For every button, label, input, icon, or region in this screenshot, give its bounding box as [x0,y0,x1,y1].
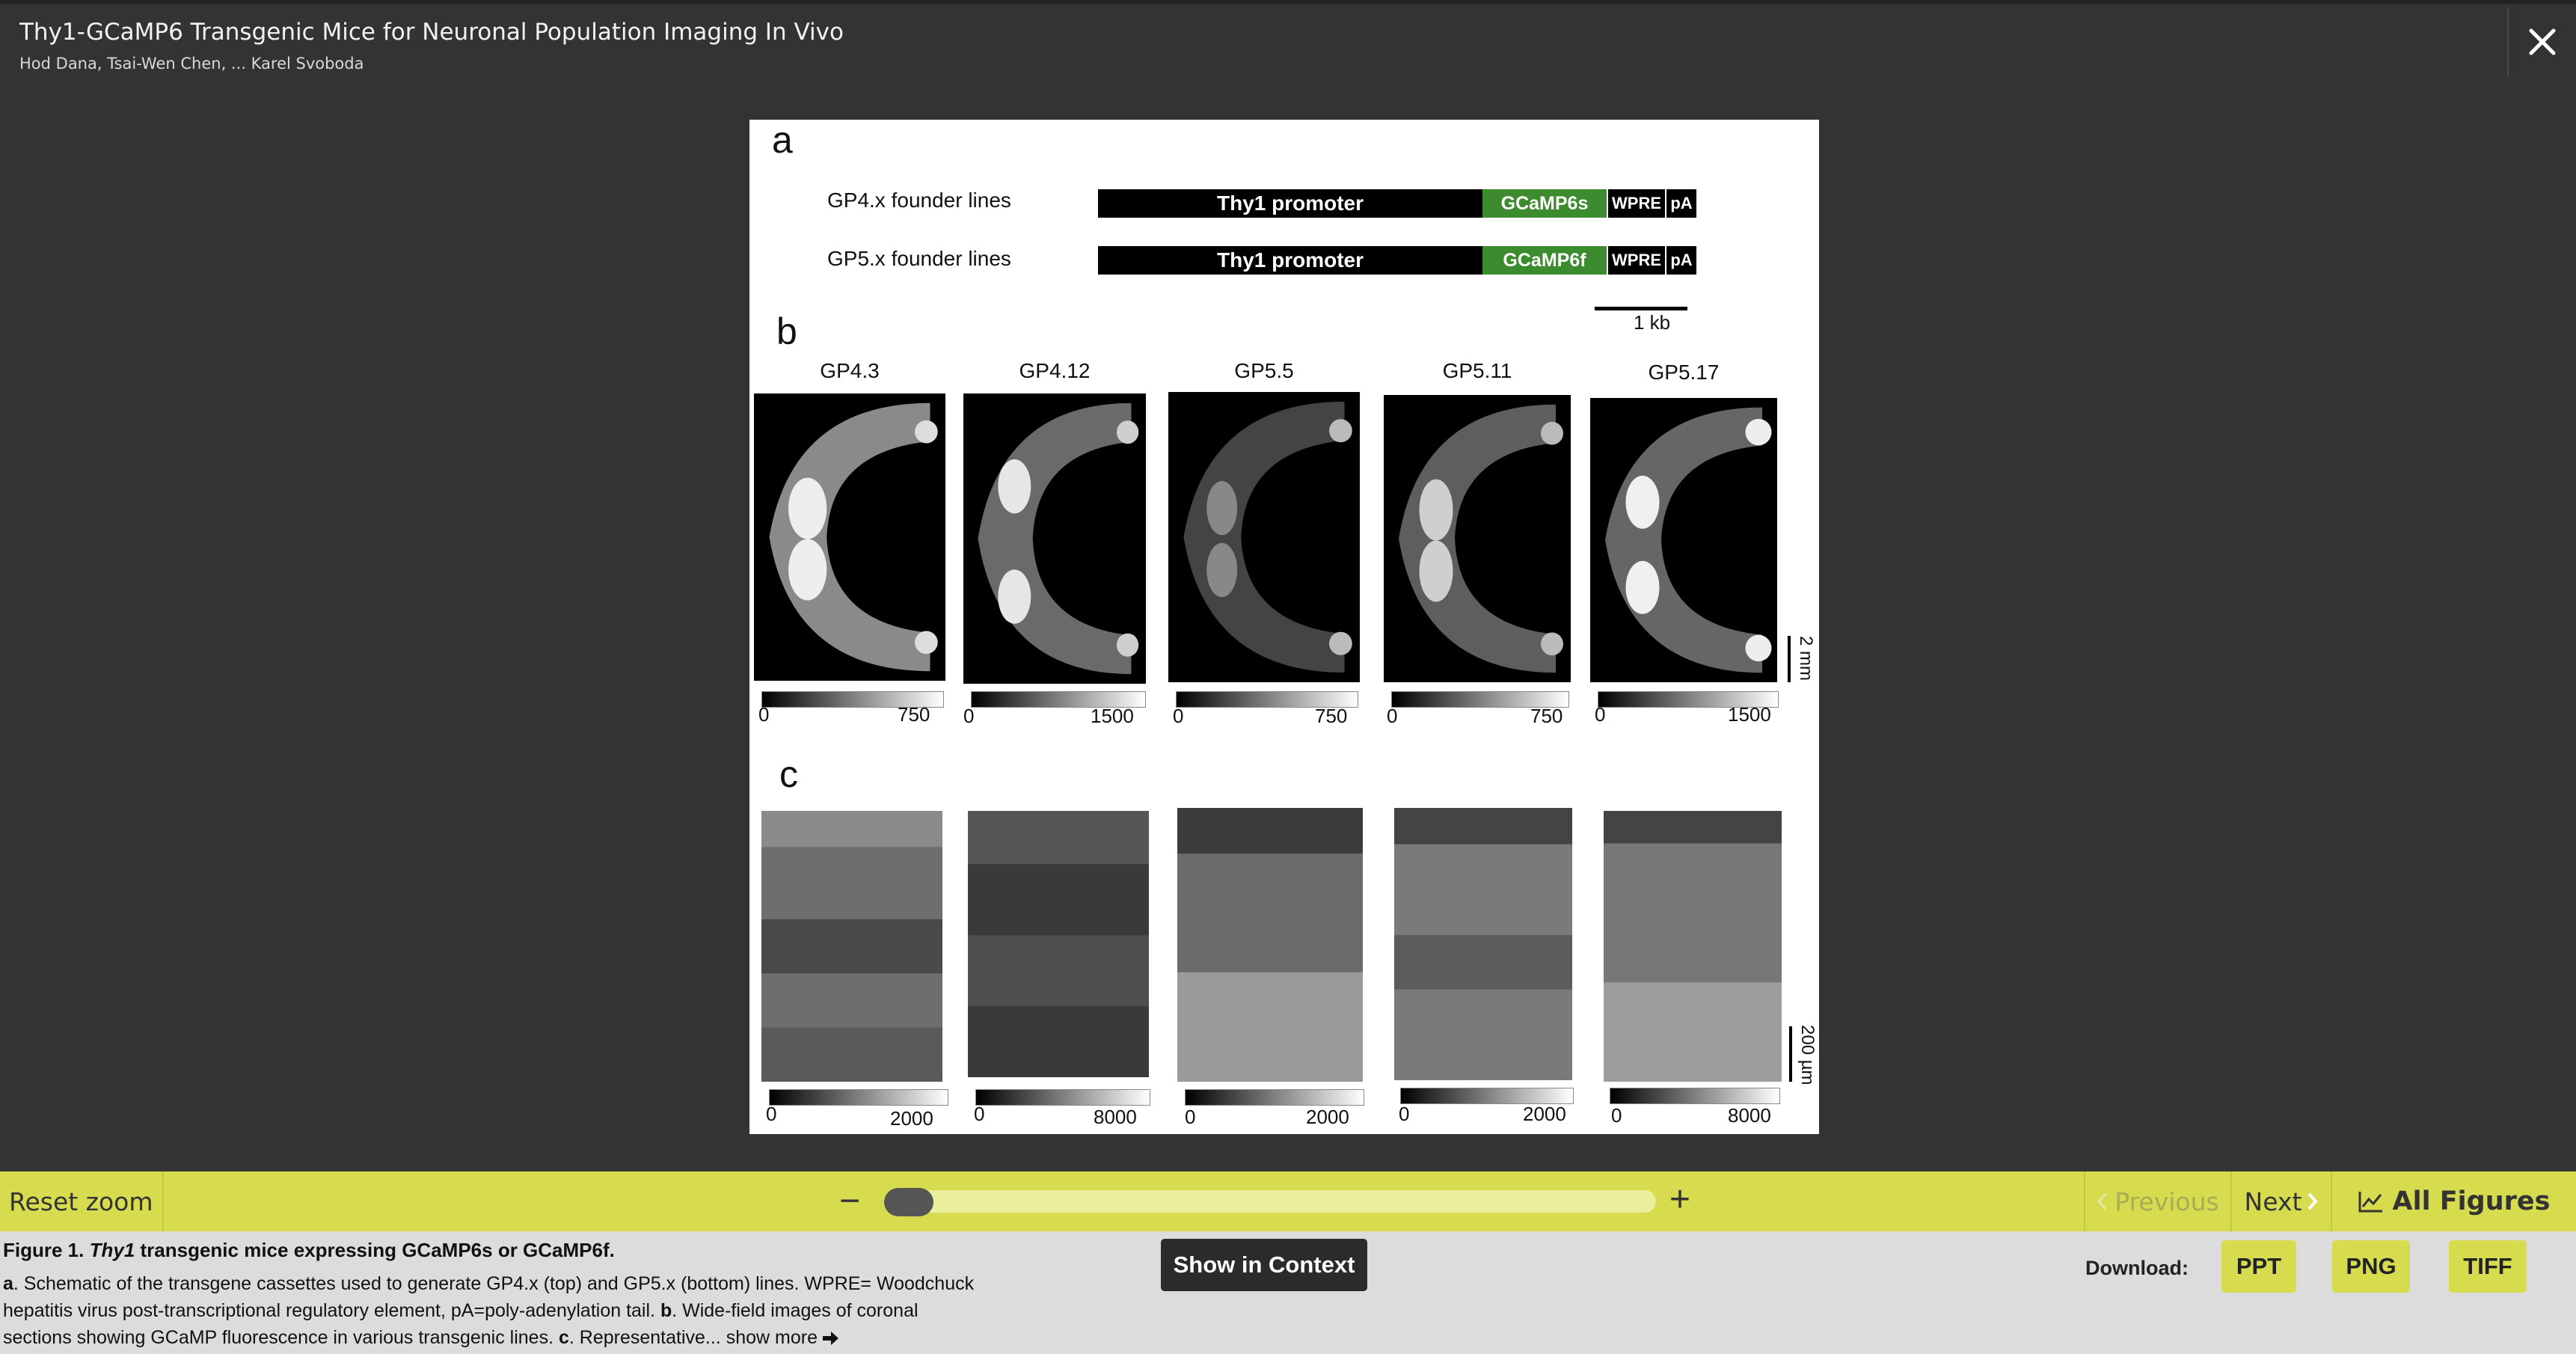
promoter-bar: Thy1 promoter [1098,246,1482,275]
caption-letter-b: b [660,1300,672,1321]
colorbar-max: 2000 [1306,1106,1349,1128]
brain-section-image [963,393,1146,684]
next-figure-button[interactable]: Next [2230,1171,2331,1231]
reset-zoom-button[interactable]: Reset zoom [0,1171,164,1231]
colorbar-max: 2000 [890,1107,933,1130]
cortex-slice-image [1394,808,1572,1080]
close-icon [2529,28,2556,55]
column-title: GP5.11 [1442,359,1512,382]
indicator-bar: GCaMP6f [1482,246,1607,275]
zoom-in-button[interactable]: + [1669,1182,1690,1218]
close-button[interactable] [2507,7,2576,76]
caption-letter-a: a [3,1273,13,1294]
viewer-header: Thy1-GCaMP6 Transgenic Mice for Neuronal… [0,0,2576,82]
caption-c-text: . Representative... [568,1327,721,1348]
zoom-slider-handle[interactable] [884,1188,933,1216]
download-label: Download: [2085,1257,2189,1279]
cortex-slice-image [1177,808,1363,1082]
scale-label-200um: 200 µm [1797,1025,1818,1085]
promoter-bar: Thy1 promoter [1098,189,1482,218]
pa-bar: pA [1665,189,1696,218]
panel-b-label: b [776,310,797,352]
figure-image[interactable]: a GP4.x founder lines Thy1 promoter GCaM… [749,120,1819,1134]
zoom-out-button[interactable]: − [839,1183,860,1219]
column-title: GP4.3 [820,359,880,382]
colorbar-min: 0 [1399,1103,1410,1125]
brain-section-image [754,393,945,681]
colorbar-min: 0 [974,1103,985,1125]
figure-caption-title: Figure 1. Thy1 transgenic mice expressin… [3,1239,615,1262]
column-title: GP4.12 [1019,359,1091,382]
intensity-colorbar [1185,1089,1364,1106]
scale-label-2mm: 2 mm [1796,636,1816,681]
figure-title: transgenic mice expressing GCaMP6s or GC… [135,1239,615,1261]
caption-panel: Figure 1. Thy1 transgenic mice expressin… [0,1231,2576,1354]
scale-bar-2mm [1788,636,1791,682]
panel-a-label: a [772,120,793,161]
colorbar-max: 750 [898,703,930,726]
all-figures-button[interactable]: All Figures [2331,1171,2576,1231]
scale-bar-200um [1789,1026,1792,1082]
colorbar-max: 750 [1530,705,1563,727]
intensity-colorbar [769,1089,948,1106]
founder-line-label: GP4.x founder lines [827,189,1011,212]
figure-caption-text: a. Schematic of the transgene cassettes … [3,1270,990,1351]
cortex-slice-image [968,811,1149,1077]
all-figures-label: All Figures [2392,1186,2551,1216]
founder-line-label: GP5.x founder lines [827,247,1011,270]
pa-bar: pA [1665,246,1696,275]
download-ppt-button[interactable]: PPT [2221,1240,2296,1293]
figure-title-italic: Thy1 [89,1239,135,1261]
indicator-bar: GCaMP6s [1482,189,1607,218]
colorbar-max: 8000 [1094,1106,1137,1128]
figure-number: Figure 1. [3,1239,85,1261]
previous-label: Previous [2115,1186,2219,1216]
show-more-link[interactable]: show more [726,1327,839,1348]
colorbar-max: 1500 [1091,705,1134,727]
download-tiff-button[interactable]: TIFF [2449,1240,2527,1293]
brain-section-image [1168,392,1360,682]
kb-scale-bar [1595,307,1687,310]
article-authors: Hod Dana, Tsai-Wen Chen, ... Karel Svobo… [19,55,364,73]
next-label: Next [2244,1186,2302,1216]
intensity-colorbar [1610,1088,1780,1104]
brain-section-image [1384,395,1571,682]
colorbar-max: 750 [1315,705,1348,727]
zoom-slider-track[interactable] [884,1190,1656,1213]
chevron-right-icon [2307,1192,2319,1210]
colorbar-min: 0 [963,705,975,727]
zoom-toolbar: Reset zoom − + Previous Next All Figures [0,1171,2576,1231]
chart-line-icon [2358,1192,2382,1213]
colorbar-max: 1500 [1728,703,1771,726]
colorbar-min: 0 [1387,705,1398,727]
column-title: GP5.5 [1234,359,1294,382]
cortex-slice-image [761,811,942,1082]
previous-figure-button[interactable]: Previous [2084,1171,2230,1231]
article-title: Thy1-GCaMP6 Transgenic Mice for Neuronal… [19,19,844,46]
wpre-bar: WPRE [1607,246,1665,275]
panel-c-label: c [779,753,798,795]
intensity-colorbar [1400,1088,1574,1104]
colorbar-max: 2000 [1523,1103,1566,1125]
arrow-right-icon [822,1332,838,1345]
wpre-bar: WPRE [1607,189,1665,218]
show-more-label: show more [726,1327,818,1348]
colorbar-min: 0 [1173,705,1184,727]
cortex-slice-image [1604,811,1782,1082]
column-title: GP5.17 [1648,361,1720,384]
brain-section-image [1590,398,1777,682]
caption-letter-c: c [558,1327,569,1348]
download-png-button[interactable]: PNG [2332,1240,2410,1293]
show-in-context-button[interactable]: Show in Context [1161,1239,1367,1291]
colorbar-min: 0 [758,703,770,726]
kb-scale-label: 1 kb [1634,311,1671,334]
intensity-colorbar [975,1089,1150,1106]
colorbar-min: 0 [1611,1104,1622,1127]
chevron-left-icon [2097,1192,2107,1210]
colorbar-min: 0 [1595,703,1606,726]
colorbar-min: 0 [766,1103,777,1125]
colorbar-min: 0 [1185,1106,1196,1128]
colorbar-max: 8000 [1728,1104,1771,1127]
